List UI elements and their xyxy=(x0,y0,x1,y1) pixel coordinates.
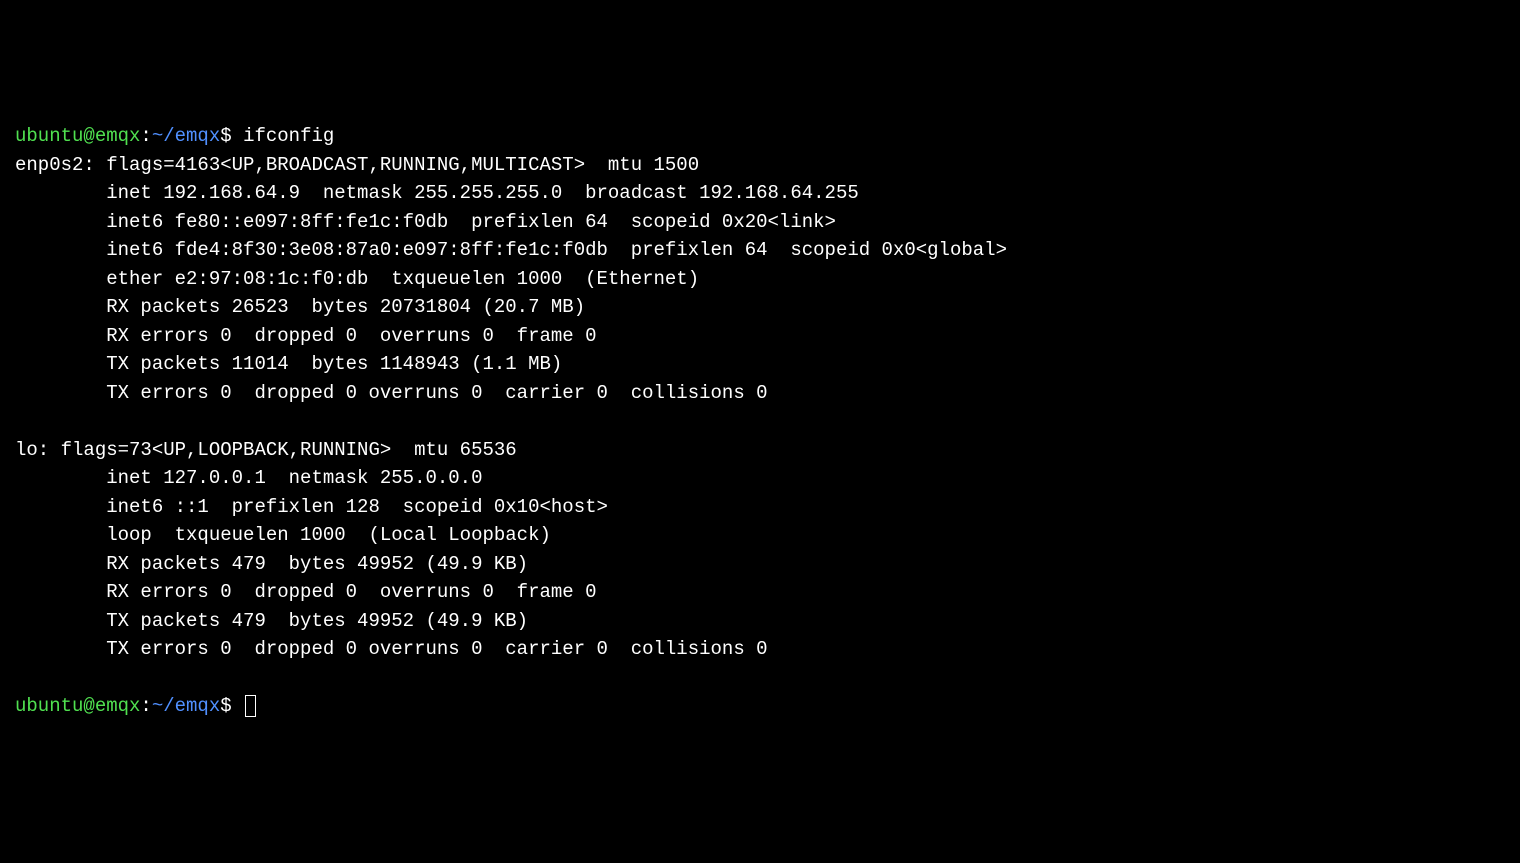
terminal-window[interactable]: ubuntu@emqx:~/emqx$ ifconfigenp0s2: flag… xyxy=(15,122,1505,721)
prompt-path: ~/emqx xyxy=(152,125,220,147)
cursor-icon[interactable] xyxy=(245,695,256,717)
prompt-separator-2: : xyxy=(140,695,151,717)
iface-1-line-3: RX packets 479 bytes 49952 (49.9 KB) xyxy=(15,550,1505,579)
command-line-2[interactable]: ubuntu@emqx:~/emqx$ xyxy=(15,692,1505,721)
iface-1-header: lo: flags=73<UP,LOOPBACK,RUNNING> mtu 65… xyxy=(15,436,1505,465)
iface-0-line-3: ether e2:97:08:1c:f0:db txqueuelen 1000 … xyxy=(15,265,1505,294)
iface-1-line-4: RX errors 0 dropped 0 overruns 0 frame 0 xyxy=(15,578,1505,607)
iface-0-line-7: TX errors 0 dropped 0 overruns 0 carrier… xyxy=(15,379,1505,408)
iface-1-line-5: TX packets 479 bytes 49952 (49.9 KB) xyxy=(15,607,1505,636)
iface-1-line-6: TX errors 0 dropped 0 overruns 0 carrier… xyxy=(15,635,1505,664)
prompt-path-2: ~/emqx xyxy=(152,695,220,717)
iface-0-line-1: inet6 fe80::e097:8ff:fe1c:f0db prefixlen… xyxy=(15,208,1505,237)
prompt-separator: : xyxy=(140,125,151,147)
prompt-user-host: ubuntu@emqx xyxy=(15,125,140,147)
iface-0-header: enp0s2: flags=4163<UP,BROADCAST,RUNNING,… xyxy=(15,151,1505,180)
prompt-user-host-2: ubuntu@emqx xyxy=(15,695,140,717)
prompt-dollar: $ xyxy=(220,125,231,147)
iface-1-line-1: inet6 ::1 prefixlen 128 scopeid 0x10<hos… xyxy=(15,493,1505,522)
iface-0-line-0: inet 192.168.64.9 netmask 255.255.255.0 … xyxy=(15,179,1505,208)
command-text: ifconfig xyxy=(243,125,334,147)
iface-0-line-2: inet6 fde4:8f30:3e08:87a0:e097:8ff:fe1c:… xyxy=(15,236,1505,265)
blank-line xyxy=(15,407,1505,436)
blank-line-2 xyxy=(15,664,1505,693)
prompt-dollar-2: $ xyxy=(220,695,231,717)
command-line-1: ubuntu@emqx:~/emqx$ ifconfig xyxy=(15,122,1505,151)
iface-1-line-2: loop txqueuelen 1000 (Local Loopback) xyxy=(15,521,1505,550)
iface-0-line-4: RX packets 26523 bytes 20731804 (20.7 MB… xyxy=(15,293,1505,322)
iface-1-line-0: inet 127.0.0.1 netmask 255.0.0.0 xyxy=(15,464,1505,493)
iface-0-line-5: RX errors 0 dropped 0 overruns 0 frame 0 xyxy=(15,322,1505,351)
iface-0-line-6: TX packets 11014 bytes 1148943 (1.1 MB) xyxy=(15,350,1505,379)
